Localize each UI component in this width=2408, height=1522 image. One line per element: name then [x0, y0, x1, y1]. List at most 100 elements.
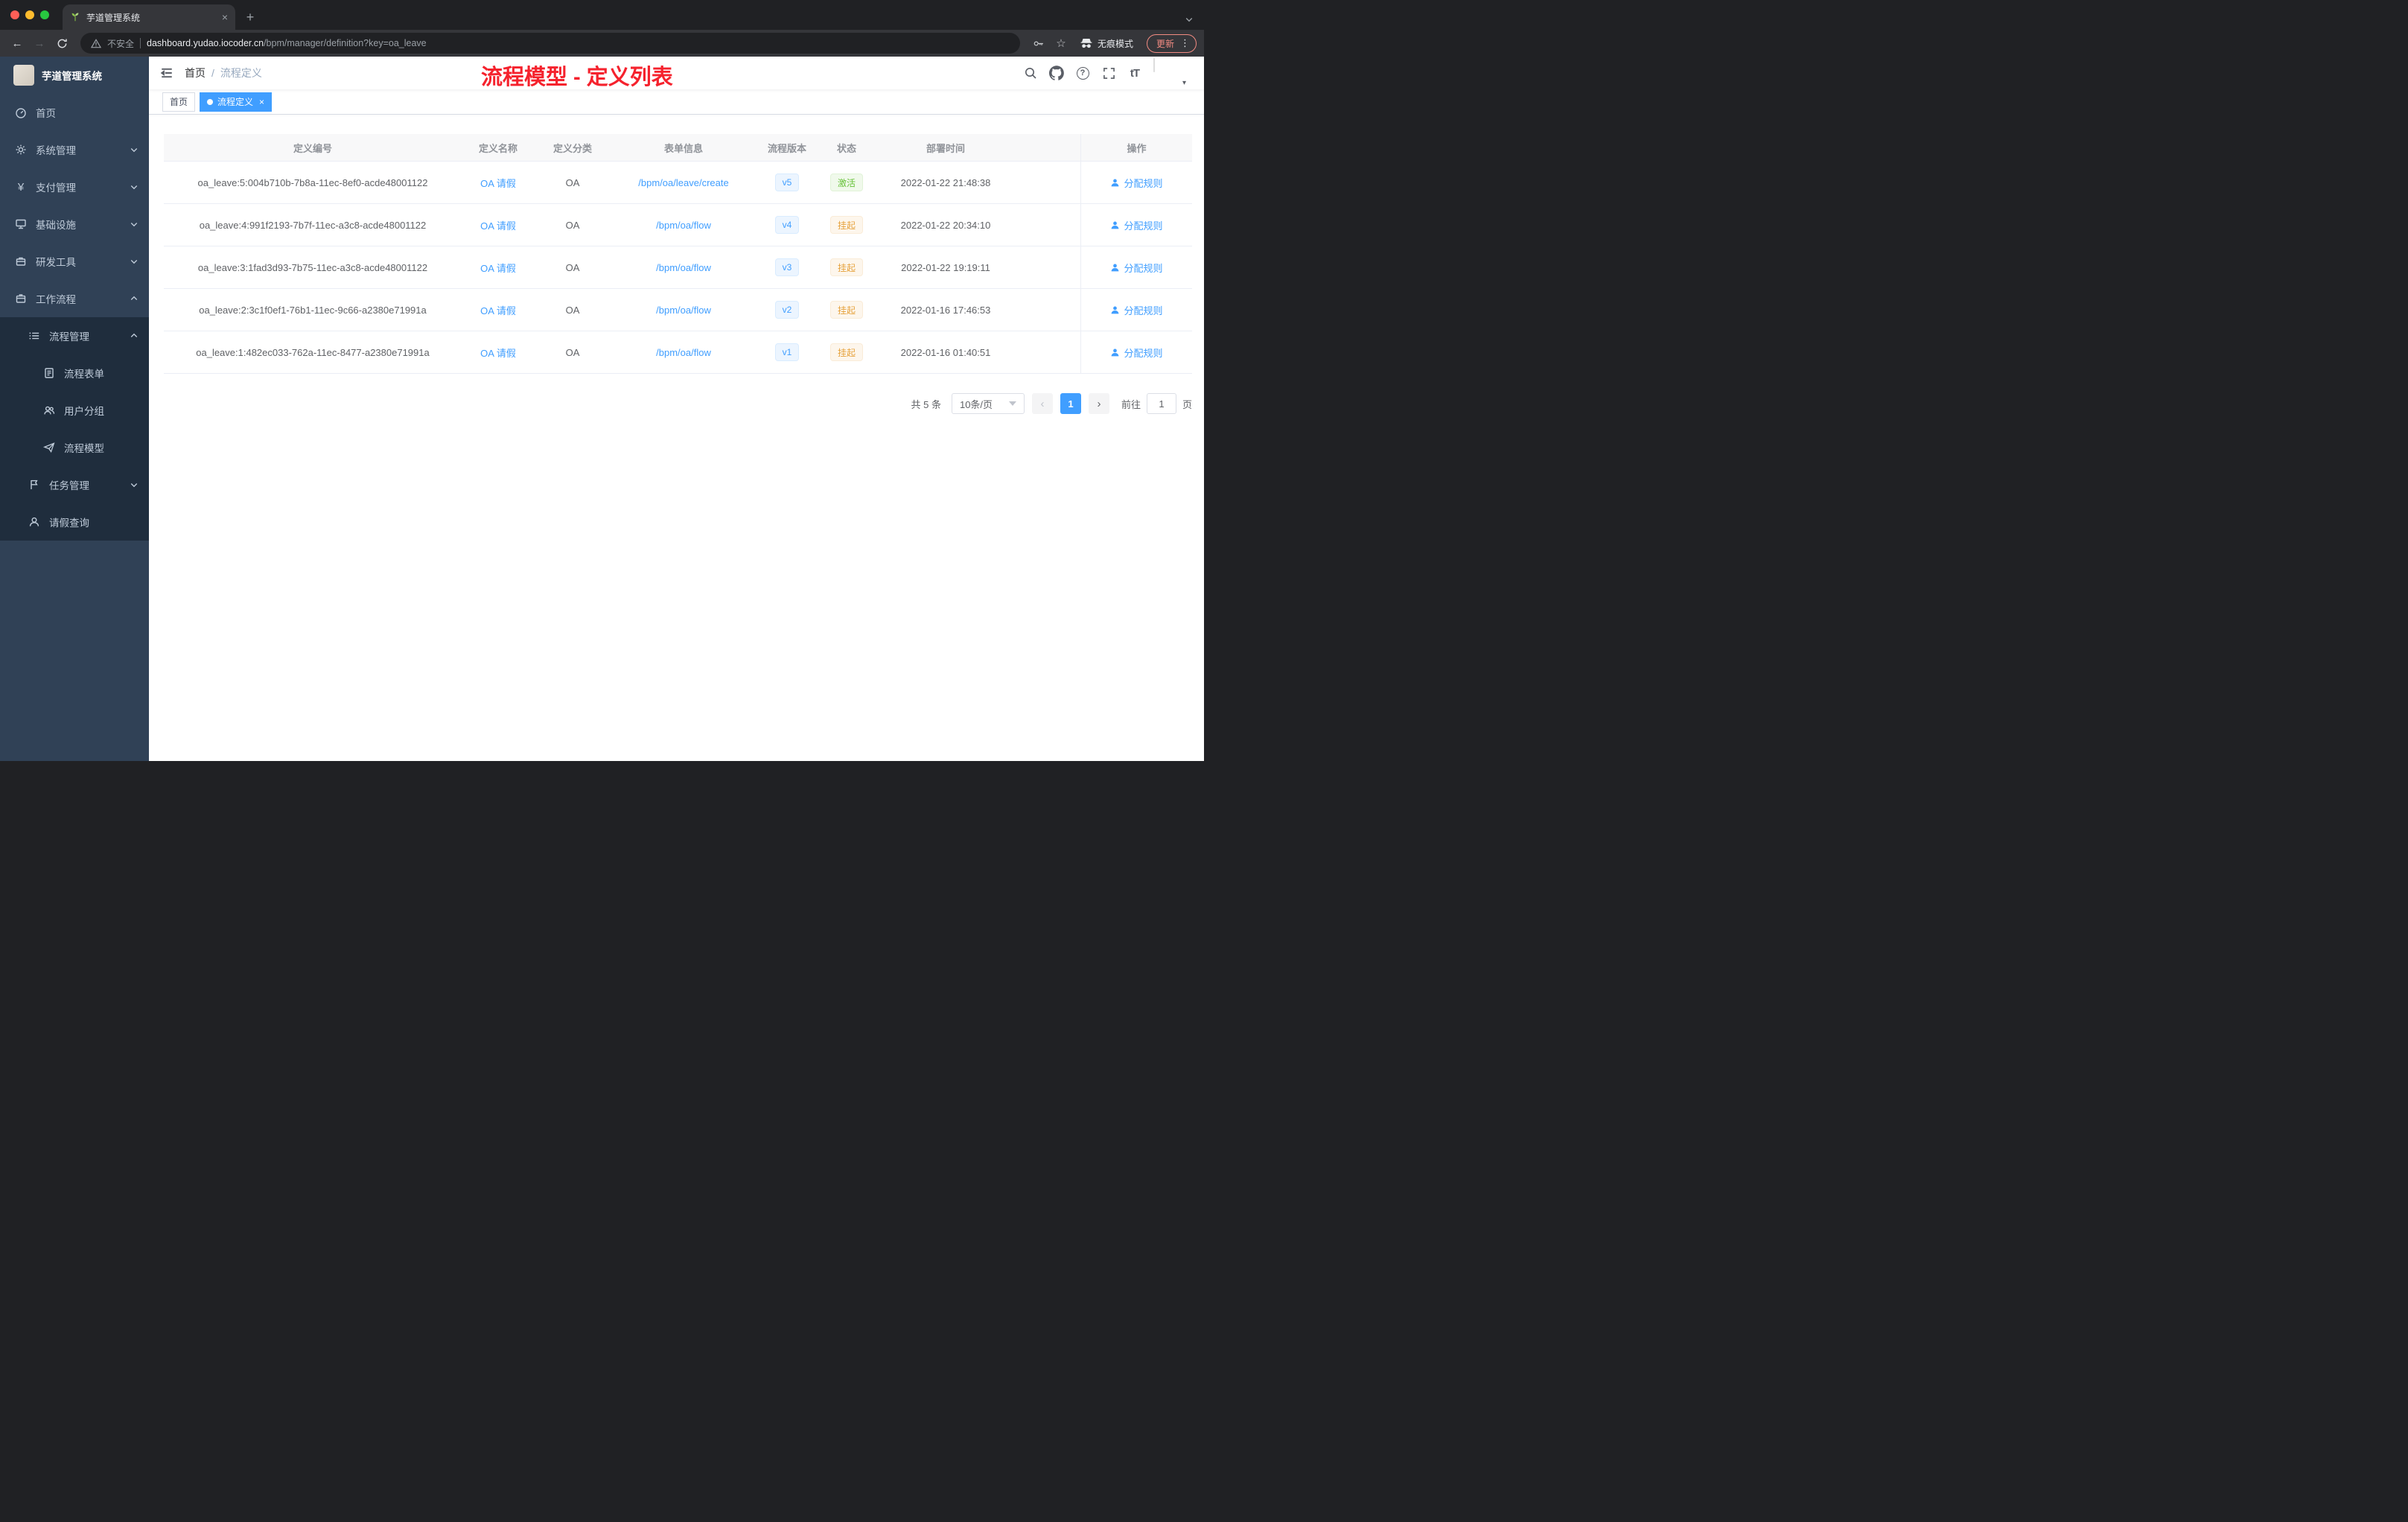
version-badge: v1 [774, 343, 800, 361]
cell-category: OA [565, 261, 580, 273]
update-button[interactable]: 更新 ⋮ [1146, 34, 1197, 53]
prev-page-button[interactable]: ‹ [1031, 393, 1053, 414]
list-icon [29, 332, 39, 340]
person-icon [1112, 179, 1119, 186]
definition-name-link[interactable]: OA 请假 [480, 303, 516, 317]
col-form-info: 表单信息 [663, 142, 703, 154]
assign-rule-link[interactable]: 分配规则 [1110, 176, 1163, 190]
cell-definition-id: oa_leave:3:1fad3d93-7b75-11ec-a3c8-acde4… [197, 261, 428, 273]
tag-home[interactable]: 首页 [162, 92, 196, 112]
assign-rule-link[interactable]: 分配规则 [1110, 218, 1163, 232]
cell-deploy-time: 2022-01-16 17:46:53 [900, 304, 991, 316]
browser-tab[interactable]: 芋道管理系统 × [63, 4, 235, 30]
form-link[interactable]: /bpm/oa/flow [656, 220, 711, 231]
app-root: 芋道管理系统 首页 系统管理 ¥ 支付管理 基础设施 研发工具 工作流程 流程管… [0, 57, 1204, 761]
definition-name-link[interactable]: OA 请假 [480, 261, 516, 275]
sidebar-item-payment[interactable]: ¥ 支付管理 [0, 168, 149, 206]
password-key-icon[interactable] [1029, 34, 1048, 53]
sidebar-item-devtools[interactable]: 研发工具 [0, 243, 149, 280]
page-size-select[interactable]: 10条/页 [951, 393, 1025, 414]
tag-process-definition[interactable]: 流程定义 × [200, 92, 273, 112]
col-process-version: 流程版本 [767, 142, 806, 154]
col-status: 状态 [836, 142, 856, 154]
forward-button[interactable]: → [30, 34, 49, 53]
sidebar-item-home[interactable]: 首页 [0, 94, 149, 131]
help-icon[interactable]: ? [1075, 66, 1090, 80]
cell-category: OA [565, 176, 580, 188]
sidebar-item-user-group[interactable]: 用户分组 [0, 392, 149, 429]
chevron-down-icon [130, 483, 138, 488]
breadcrumb-current: 流程定义 [220, 67, 262, 79]
logo-avatar [13, 65, 34, 86]
github-icon[interactable] [1049, 66, 1064, 80]
navbar-actions: ? tT ▾ [1023, 58, 1204, 87]
person-icon [1112, 306, 1119, 313]
definition-name-link[interactable]: OA 请假 [480, 176, 516, 190]
sidebar-item-process-management[interactable]: 流程管理 [0, 317, 149, 354]
sidebar-logo[interactable]: 芋道管理系统 [0, 57, 149, 94]
tab-title: 芋道管理系统 [86, 12, 141, 23]
assign-rule-link[interactable]: 分配规则 [1110, 303, 1163, 317]
sidebar: 芋道管理系统 首页 系统管理 ¥ 支付管理 基础设施 研发工具 工作流程 流程管… [0, 57, 149, 761]
goto-page-input[interactable] [1146, 393, 1176, 414]
form-link[interactable]: /bpm/oa/flow [656, 347, 711, 358]
cell-deploy-time: 2022-01-22 20:34:10 [900, 219, 991, 231]
form-link[interactable]: /bpm/oa/leave/create [638, 177, 728, 188]
back-button[interactable]: ← [7, 34, 27, 53]
sidebar-item-system[interactable]: 系统管理 [0, 131, 149, 168]
cell-category: OA [565, 346, 580, 358]
font-size-icon[interactable]: tT [1127, 66, 1142, 80]
bookmark-star-icon[interactable]: ☆ [1051, 34, 1071, 53]
assign-rule-link[interactable]: 分配规则 [1110, 346, 1163, 360]
traffic-light-close[interactable] [10, 10, 19, 19]
hamburger-icon[interactable] [149, 57, 185, 89]
sidebar-item-process-form[interactable]: 流程表单 [0, 354, 149, 392]
traffic-light-zoom[interactable] [40, 10, 49, 19]
sidebar-item-process-model[interactable]: 流程模型 [0, 429, 149, 466]
search-icon[interactable] [1023, 66, 1038, 80]
sidebar-item-workflow[interactable]: 工作流程 [0, 280, 149, 317]
main-area: 首页 / 流程定义 流程模型 - 定义列表 ? tT ▾ 首页 流程定义 × 定… [149, 57, 1204, 761]
cell-deploy-time: 2022-01-22 19:19:11 [901, 261, 990, 273]
url-path: /bpm/manager/definition?key=oa_leave [264, 38, 427, 48]
cell-definition-id: oa_leave:1:482ec033-762a-11ec-8477-a2380… [196, 346, 430, 358]
tab-close-icon[interactable]: × [222, 12, 228, 22]
status-badge: 激活 [829, 173, 863, 191]
page-content: 定义编号 定义名称 定义分类 表单信息 流程版本 状态 部署时间 操作 oa_l… [149, 115, 1204, 761]
next-page-button[interactable]: › [1088, 393, 1109, 414]
breadcrumb-home[interactable]: 首页 [185, 66, 206, 80]
version-badge: v5 [774, 173, 800, 191]
page-number-1[interactable]: 1 [1060, 393, 1081, 414]
sidebar-item-infrastructure[interactable]: 基础设施 [0, 206, 149, 243]
address-bar[interactable]: 不安全 dashboard.yudao.iocoder.cn/bpm/manag… [80, 33, 1020, 54]
form-link[interactable]: /bpm/oa/flow [656, 305, 711, 316]
reload-button[interactable] [52, 34, 71, 53]
fullscreen-icon[interactable] [1101, 66, 1116, 80]
tag-close-icon[interactable]: × [259, 98, 264, 106]
chevron-down-icon [130, 148, 138, 153]
sidebar-item-task-management[interactable]: 任务管理 [0, 466, 149, 503]
url-text: dashboard.yudao.iocoder.cn/bpm/manager/d… [147, 38, 427, 48]
security-label: 不安全 [107, 38, 135, 49]
tab-search-icon[interactable] [1185, 15, 1194, 24]
tab-favicon-icon [70, 12, 80, 22]
table-row: oa_leave:5:004b710b-7b8a-11ec-8ef0-acde4… [164, 162, 1192, 204]
traffic-light-minimize[interactable] [25, 10, 34, 19]
url-host: dashboard.yudao.iocoder.cn [147, 38, 264, 48]
new-tab-button[interactable]: + [240, 7, 261, 28]
assign-rule-link[interactable]: 分配规则 [1110, 261, 1163, 275]
form-icon [45, 368, 54, 378]
definition-name-link[interactable]: OA 请假 [480, 218, 516, 232]
definition-name-link[interactable]: OA 请假 [480, 346, 516, 360]
cell-definition-id: oa_leave:4:991f2193-7b7f-11ec-a3c8-acde4… [199, 219, 427, 231]
sidebar-item-leave-query[interactable]: 请假查询 [0, 503, 149, 541]
col-action: 操作 [1080, 134, 1192, 161]
user-avatar[interactable]: ▾ [1153, 58, 1186, 87]
form-link[interactable]: /bpm/oa/flow [656, 262, 711, 273]
browser-menu-icon[interactable]: ⋮ [1180, 37, 1190, 49]
table-row: oa_leave:2:3c1f0ef1-76b1-11ec-9c66-a2380… [164, 289, 1192, 331]
col-deploy-time: 部署时间 [926, 142, 965, 154]
pagination: 共 5 条 10条/页 ‹ 1 › 前往 页 [164, 393, 1192, 414]
col-definition-category: 定义分类 [552, 142, 592, 154]
tags-view: 首页 流程定义 × [149, 89, 1204, 115]
